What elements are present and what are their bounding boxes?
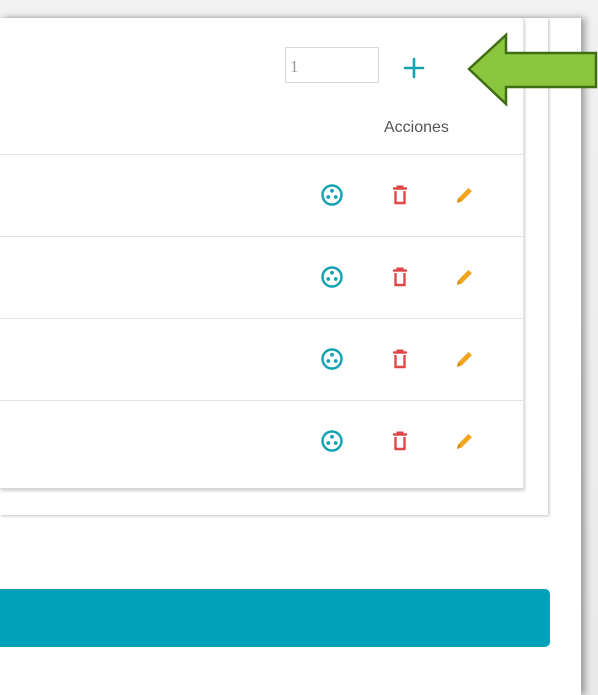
trash-icon bbox=[392, 185, 408, 205]
view-button[interactable] bbox=[318, 181, 346, 209]
content-panel: Acciones bbox=[0, 18, 581, 695]
actions-column-header: Acciones bbox=[384, 119, 449, 136]
circle-dots-icon bbox=[321, 348, 343, 370]
table-row bbox=[0, 236, 523, 319]
delete-button[interactable] bbox=[386, 181, 414, 209]
edit-button[interactable] bbox=[450, 345, 478, 373]
pencil-icon bbox=[457, 269, 472, 285]
view-button[interactable] bbox=[318, 427, 346, 455]
delete-button[interactable] bbox=[386, 427, 414, 455]
circle-dots-icon bbox=[321, 266, 343, 288]
table: Acciones bbox=[0, 18, 524, 489]
circle-dots-icon bbox=[321, 184, 343, 206]
plus-icon bbox=[403, 57, 425, 79]
trash-icon bbox=[392, 349, 408, 369]
edit-button[interactable] bbox=[450, 181, 478, 209]
edit-button[interactable] bbox=[450, 263, 478, 291]
primary-action-bar[interactable] bbox=[0, 589, 550, 647]
trash-icon bbox=[392, 431, 408, 451]
circle-dots-icon bbox=[321, 430, 343, 452]
quantity-input[interactable] bbox=[285, 47, 379, 83]
pencil-icon bbox=[457, 187, 472, 203]
delete-button[interactable] bbox=[386, 263, 414, 291]
view-button[interactable] bbox=[318, 345, 346, 373]
table-row bbox=[0, 318, 523, 401]
view-button[interactable] bbox=[318, 263, 346, 291]
trash-icon bbox=[392, 267, 408, 287]
pencil-icon bbox=[457, 433, 472, 449]
add-button[interactable] bbox=[400, 54, 428, 82]
edit-button[interactable] bbox=[450, 427, 478, 455]
pencil-icon bbox=[457, 351, 472, 367]
arrow-left-icon bbox=[467, 32, 598, 107]
delete-button[interactable] bbox=[386, 345, 414, 373]
table-row bbox=[0, 400, 523, 483]
table-row bbox=[0, 154, 523, 237]
